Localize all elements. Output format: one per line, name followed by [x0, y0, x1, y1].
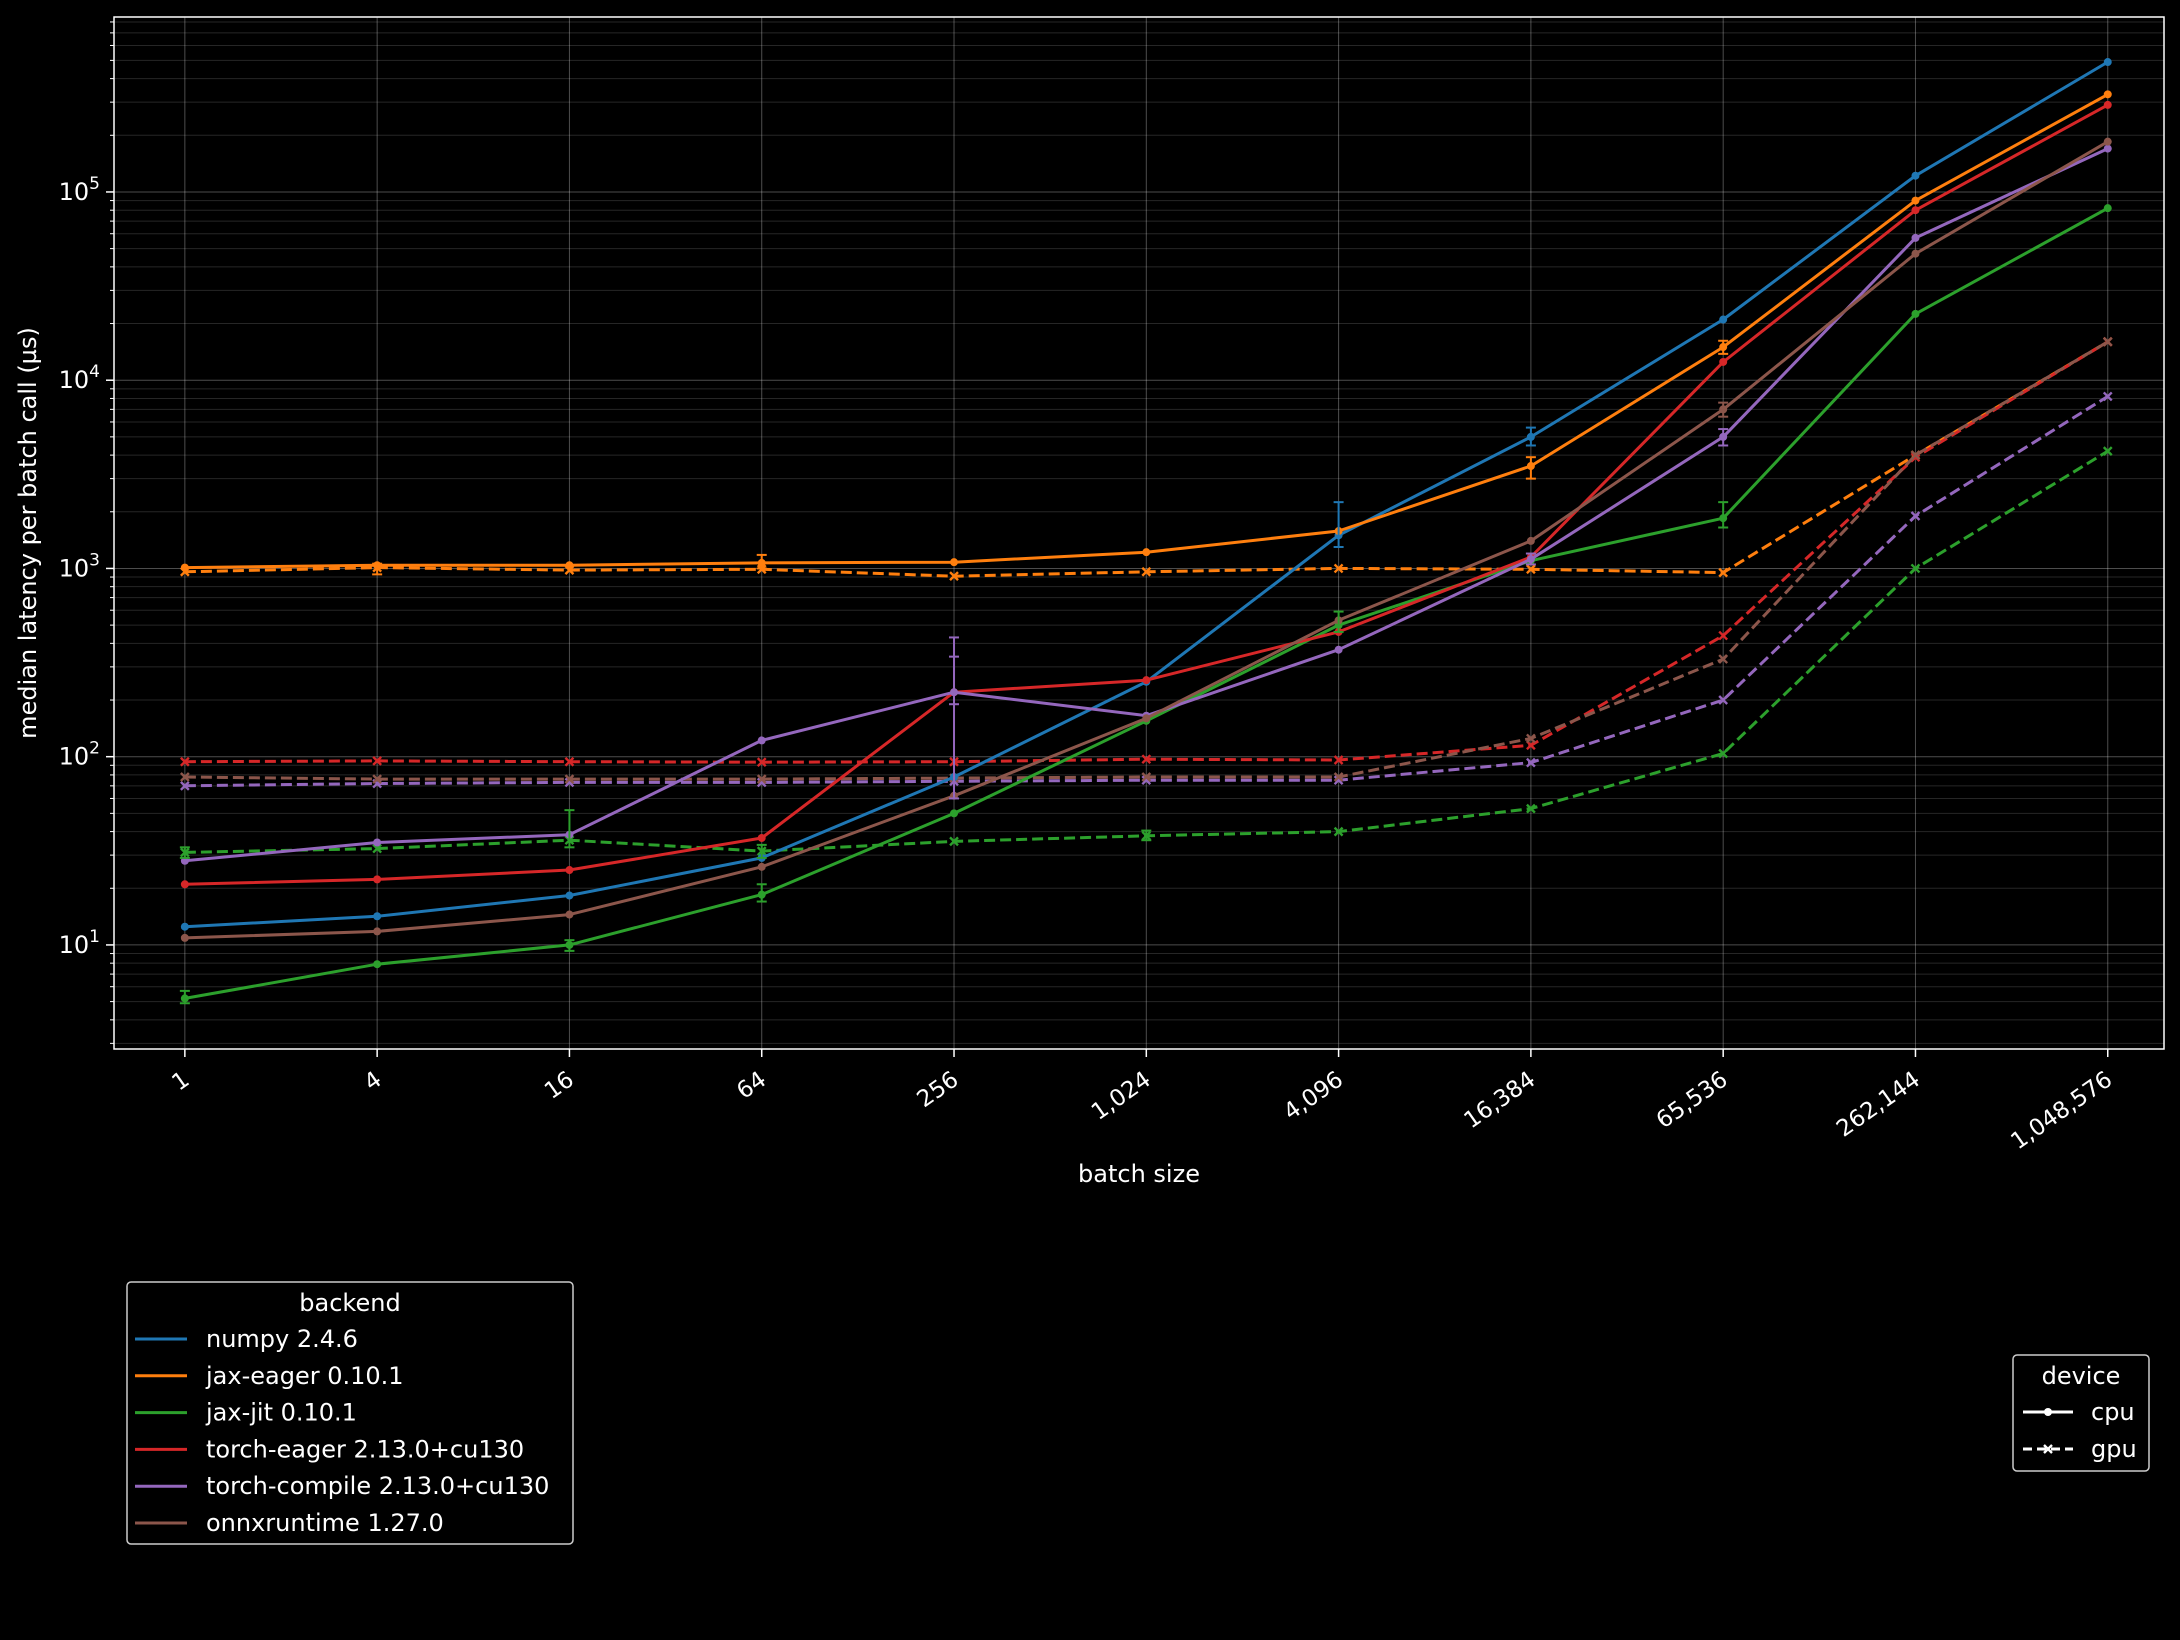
legend-backend-label: torch-eager 2.13.0+cu130 [206, 1435, 524, 1463]
data-point [373, 927, 382, 936]
data-point [1142, 714, 1151, 723]
data-point [373, 912, 382, 921]
data-point [2103, 58, 2112, 67]
legend-device-title: device [2042, 1362, 2121, 1390]
data-point [1911, 309, 1920, 318]
legend-backend-title: backend [299, 1289, 400, 1317]
legend-backend: backend numpy 2.4.6 jax-eager 0.10.1 jax-ji… [126, 1281, 574, 1545]
data-point [373, 875, 382, 884]
data-point [1719, 357, 1728, 366]
data-point [950, 809, 959, 818]
data-point [2103, 90, 2112, 99]
legend-backend-label: numpy 2.4.6 [206, 1325, 358, 1353]
data-point [1911, 171, 1920, 180]
data-point [180, 933, 189, 942]
data-point [373, 960, 382, 969]
legend-backend-label: onnxruntime 1.27.0 [206, 1509, 444, 1537]
data-point [565, 891, 574, 900]
data-point [180, 922, 189, 931]
data-point [1911, 249, 1920, 258]
data-point [565, 866, 574, 875]
data-point [1334, 645, 1343, 654]
data-point [757, 862, 766, 871]
data-point [2103, 204, 2112, 213]
legend-backend-label: jax-jit 0.10.1 [205, 1399, 357, 1427]
data-point [1911, 196, 1920, 205]
chart: 1011021031041051 4 16 64 256 1,024 4,096 16,384… [0, 0, 2180, 1640]
data-point [2044, 1408, 2052, 1416]
data-point [2103, 137, 2112, 146]
data-point [757, 833, 766, 842]
legend-backend-label: torch-compile 2.13.0+cu130 [206, 1472, 549, 1500]
data-point [180, 563, 189, 572]
data-point [1142, 676, 1151, 685]
data-point [2103, 100, 2112, 109]
legend-device-label: gpu [2091, 1435, 2137, 1463]
legend-device: device cpu gpu [2012, 1354, 2150, 1472]
data-point [757, 736, 766, 745]
data-point [565, 561, 574, 570]
data-point [1911, 206, 1920, 215]
data-point [180, 880, 189, 889]
data-point [1142, 548, 1151, 557]
data-point [950, 558, 959, 567]
x-axis-label: batch size [1078, 1160, 1200, 1188]
legend-backend-label: jax-eager 0.10.1 [205, 1362, 404, 1390]
y-axis-label: median latency per batch call (µs) [14, 327, 42, 739]
data-point [2103, 144, 2112, 153]
data-point [1719, 315, 1728, 324]
data-point [1911, 233, 1920, 242]
data-point [565, 910, 574, 919]
legend-device-label: cpu [2091, 1398, 2135, 1426]
data-point [373, 838, 382, 847]
data-point [1526, 536, 1535, 545]
